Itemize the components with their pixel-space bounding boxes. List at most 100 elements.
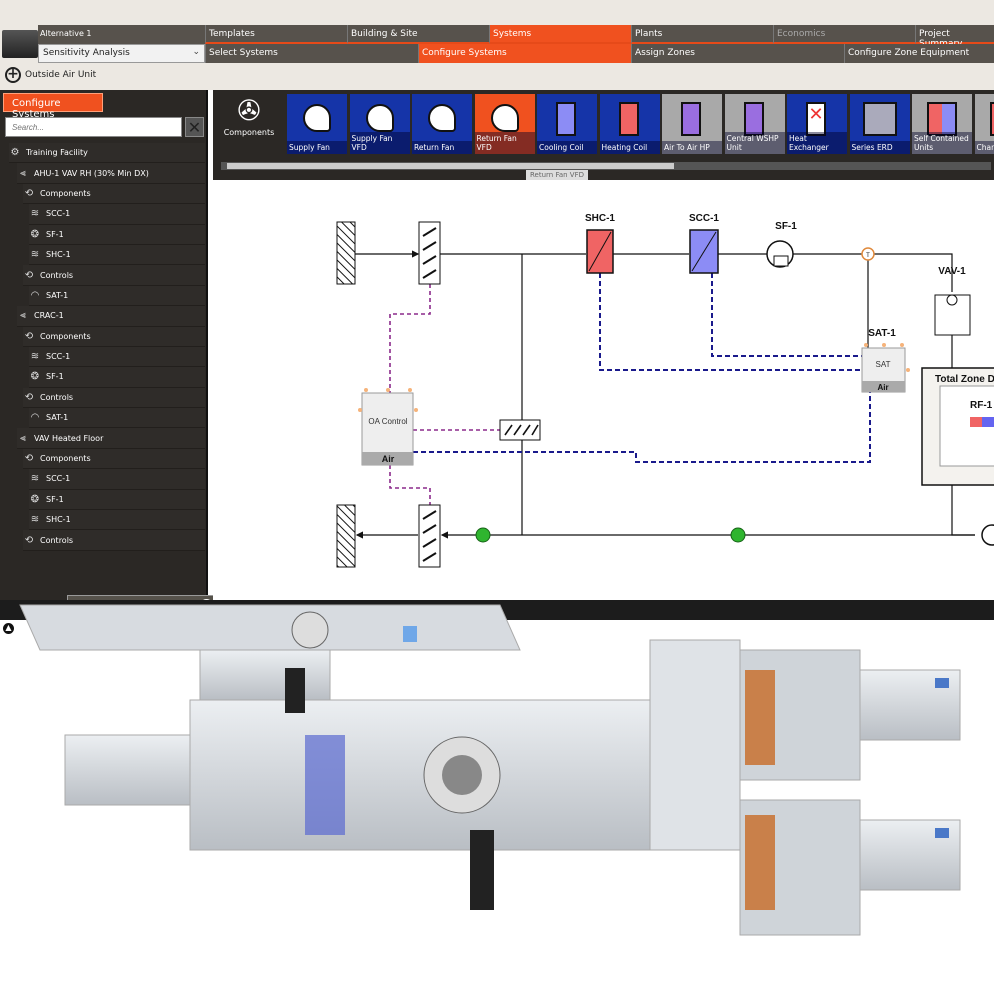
search-input[interactable] xyxy=(5,117,182,137)
tree-item[interactable]: ≋ SHC-1 xyxy=(29,510,205,530)
tab-templates[interactable]: Templates xyxy=(205,25,347,44)
tree-item[interactable]: ⚙ Training Facility xyxy=(9,143,205,163)
tree-item[interactable]: ⫷ VAV Heated Floor xyxy=(17,428,205,448)
tree-item[interactable]: ◠SAT-1 xyxy=(29,408,205,428)
component-heat-exchanger[interactable]: ✕Heat Exchanger xyxy=(787,94,847,154)
subtab-assign-zones[interactable]: Assign Zones xyxy=(631,44,844,63)
tab-systems[interactable]: Systems xyxy=(489,25,631,44)
duct-lines xyxy=(355,254,975,535)
return-node[interactable] xyxy=(731,528,745,542)
tab-building-site[interactable]: Building & Site xyxy=(347,25,489,44)
system-icon: ⫷ xyxy=(17,168,29,179)
loop-icon: ⟲ xyxy=(23,188,35,199)
tree-item[interactable]: ⟲ Components xyxy=(23,327,205,347)
tree-item[interactable]: ⫷CRAC-1 xyxy=(17,306,205,326)
alternative-label: Alternative 1 xyxy=(38,25,205,44)
component-label: Return Fan VFD xyxy=(475,132,535,154)
tree-item[interactable]: ≋SHC-1 xyxy=(29,245,205,265)
component-cooling-coil[interactable]: Cooling Coil xyxy=(537,94,597,154)
tree-item-label: Controls xyxy=(40,393,73,402)
tree-item-label: Components xyxy=(40,332,91,341)
tree-item[interactable]: ⟲ Controls xyxy=(23,265,205,285)
palette-scrollbar[interactable] xyxy=(221,162,991,170)
tree-item[interactable]: ❂SF-1 xyxy=(29,225,205,245)
tree-item-label: SHC-1 xyxy=(46,515,71,524)
fan-icon: ✇ xyxy=(213,94,285,128)
sensor-label: T xyxy=(866,253,870,259)
return-node[interactable] xyxy=(476,528,490,542)
tab-economics[interactable]: Economics xyxy=(773,25,915,44)
gauge-icon: ◠ xyxy=(29,412,41,423)
tree-item[interactable]: ❂SF-1 xyxy=(29,490,205,510)
mixing-damper[interactable] xyxy=(500,420,540,440)
expand-up-icon[interactable]: ▲ xyxy=(2,622,15,635)
add-outside-air-unit-button[interactable]: +Outside Air Unit xyxy=(5,67,96,83)
tab-plants[interactable]: Plants xyxy=(631,25,773,44)
tree-item-label: SCC-1 xyxy=(46,209,70,218)
tree-item-label: Components xyxy=(40,454,91,463)
analysis-select[interactable]: Sensitivity Analysis⌄ xyxy=(38,44,205,63)
fan-icon: ❂ xyxy=(29,371,41,382)
component-supply-fan[interactable]: Supply Fan xyxy=(287,94,347,154)
tab-configure-systems[interactable]: Configure Systems xyxy=(3,93,103,112)
system-icon: ⫷ xyxy=(17,433,29,444)
fan-icon xyxy=(303,104,331,132)
tree-item-label: Controls xyxy=(40,271,73,280)
tree-item-label: VAV Heated Floor xyxy=(34,434,103,443)
zone-label: Total Zone D xyxy=(935,374,994,385)
fan-icon xyxy=(366,104,394,132)
tree-item[interactable]: ≋SCC-1 xyxy=(29,204,205,224)
heating-coil-icon: ≋ xyxy=(29,249,41,260)
tree-item-label: SF-1 xyxy=(46,372,64,381)
tree-item[interactable]: ◠SAT-1 xyxy=(29,286,205,306)
tree-item[interactable]: ⟲ Controls xyxy=(23,388,205,408)
tree-item[interactable]: ❂ SF-1 xyxy=(29,367,205,387)
component-heating-coil[interactable]: Heating Coil xyxy=(600,94,660,154)
system-diagram-canvas[interactable]: SHC-1 SCC-1 SF-1 T VAV-1 SAT Air SAT-1 O… xyxy=(213,180,994,600)
fan-icon xyxy=(428,104,456,132)
component-supply-fan-vfd[interactable]: Supply Fan VFD xyxy=(350,94,410,154)
tab-project-summary[interactable]: Project Summary xyxy=(915,25,994,44)
tree-item[interactable]: ≋SCC-1 xyxy=(29,347,205,367)
tree-item[interactable]: ≋SCC-1 xyxy=(29,469,205,489)
component-central-wshp-unit[interactable]: Central WSHP Unit xyxy=(725,94,785,154)
chevron-down-icon: ⌄ xyxy=(192,47,200,57)
fan-icon: ❂ xyxy=(29,494,41,505)
heating-coil-icon: ≋ xyxy=(29,514,41,525)
cooling-coil-icon: ≋ xyxy=(29,473,41,484)
component-series-erd[interactable]: Series ERD xyxy=(850,94,910,154)
tree-item-label: SAT-1 xyxy=(46,291,68,300)
loop-icon: ⟲ xyxy=(23,392,35,403)
tree-item[interactable]: ⟲Components xyxy=(23,184,205,204)
intake-louver[interactable] xyxy=(337,222,355,284)
component-label: Cooling Coil xyxy=(537,141,597,154)
component-self-contained-units[interactable]: Self Contained Units xyxy=(912,94,972,154)
component-return-fan[interactable]: Return Fan xyxy=(412,94,472,154)
return-fan-node[interactable] xyxy=(982,525,994,545)
component-return-fan-vfd[interactable]: Return Fan VFD xyxy=(475,94,535,154)
component-label: Air To Air HP xyxy=(662,141,722,154)
subtab-configure-systems[interactable]: Configure Systems xyxy=(418,44,631,63)
component-label: Series ERD xyxy=(850,141,910,154)
loop-icon: ⟲ xyxy=(23,270,35,281)
clear-search-button[interactable]: ✕ xyxy=(185,117,204,137)
component-chan-bypas[interactable]: Chan Bypas xyxy=(975,94,994,154)
tree-item[interactable]: ⟲Components xyxy=(23,449,205,469)
component-air-to-air-hp[interactable]: Air To Air HP xyxy=(662,94,722,154)
tree-item[interactable]: ⫷ AHU-1 VAV RH (30% Min DX) xyxy=(17,163,205,183)
subtab-select-systems[interactable]: Select Systems xyxy=(205,44,418,63)
component-label: Heat Exchanger xyxy=(787,132,847,154)
ahu-3d-render xyxy=(0,600,994,994)
exhaust-louver[interactable] xyxy=(337,505,355,567)
tree-item-label: SCC-1 xyxy=(46,352,70,361)
rf-label: RF-1 xyxy=(970,400,993,411)
subtab-configure-zone-equipment[interactable]: Configure Zone Equipment xyxy=(844,44,994,63)
tree-item[interactable]: ⟲Controls xyxy=(23,530,205,550)
tree-item-label: Training Facility xyxy=(26,148,88,157)
loop-icon: ⟲ xyxy=(23,331,35,342)
tree-item-label: AHU-1 VAV RH (30% Min DX) xyxy=(34,169,149,178)
sensor-links xyxy=(413,273,870,462)
scrollbar-thumb[interactable] xyxy=(227,163,674,169)
fan-icon xyxy=(491,104,519,132)
building-icon: ⚙ xyxy=(9,147,21,158)
